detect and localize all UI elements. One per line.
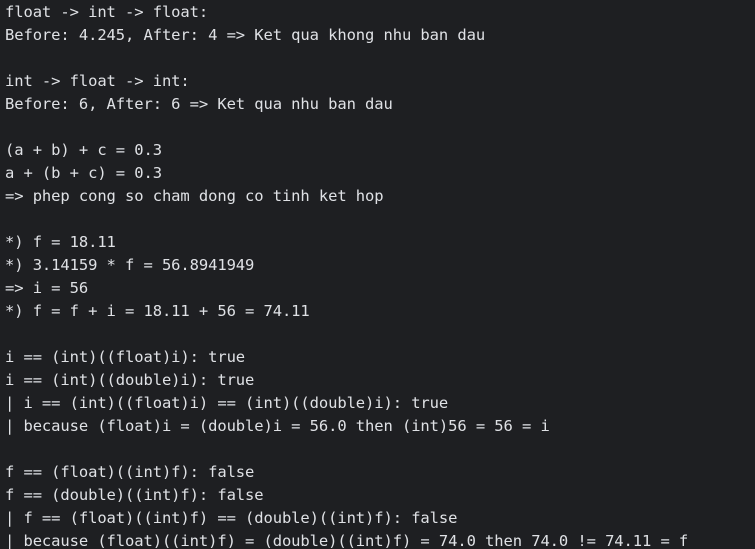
console-line: i == (int)((float)i): true xyxy=(5,348,246,366)
console-line: float -> int -> float: xyxy=(5,3,209,21)
console-line: f == (double)((int)f): false xyxy=(5,486,264,504)
console-line: => phep cong so cham dong co tinh ket ho… xyxy=(5,187,384,205)
console-line: Before: 4.245, After: 4 => Ket qua khong… xyxy=(5,26,486,44)
console-line: int -> float -> int: xyxy=(5,72,190,90)
console-line: => i = 56 xyxy=(5,279,89,297)
console-output: float -> int -> float: Before: 4.245, Aft… xyxy=(0,0,755,549)
console-line: (a + b) + c = 0.3 xyxy=(5,141,162,159)
console-line: *) f = f + i = 18.11 + 56 = 74.11 xyxy=(5,302,310,320)
console-line: *) 3.14159 * f = 56.8941949 xyxy=(5,256,255,274)
console-line: i == (int)((double)i): true xyxy=(5,371,255,389)
console-line: a + (b + c) = 0.3 xyxy=(5,164,162,182)
console-line: | because (float)((int)f) = (double)((in… xyxy=(5,532,689,549)
console-line: *) f = 18.11 xyxy=(5,233,116,251)
console-line: | f == (float)((int)f) == (double)((int)… xyxy=(5,509,458,527)
console-line: Before: 6, After: 6 => Ket qua nhu ban d… xyxy=(5,95,393,113)
console-line: | i == (int)((float)i) == (int)((double)… xyxy=(5,394,449,412)
console-line: | because (float)i = (double)i = 56.0 th… xyxy=(5,417,550,435)
console-line: f == (float)((int)f): false xyxy=(5,463,255,481)
